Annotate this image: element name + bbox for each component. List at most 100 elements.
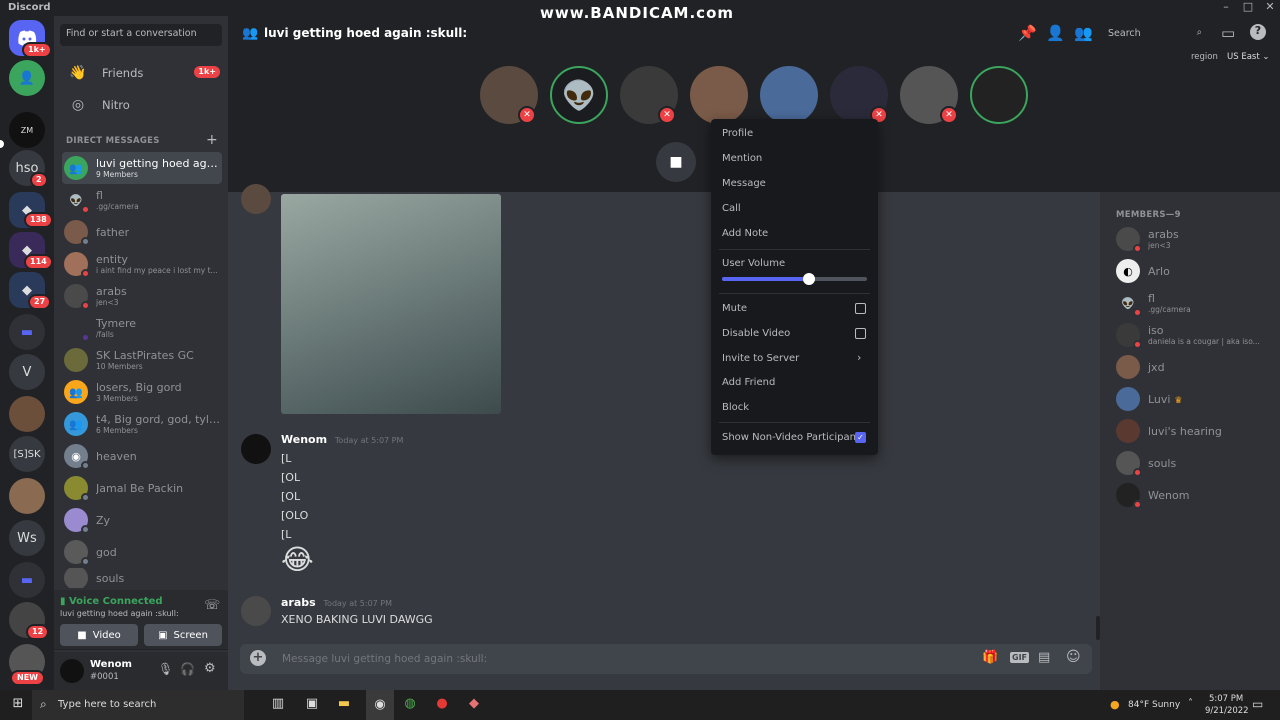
volume-handle[interactable] bbox=[803, 273, 815, 285]
message-composer[interactable]: + Message luvi getting hoed again :skull… bbox=[240, 644, 1092, 674]
upload-plus-icon[interactable]: + bbox=[250, 650, 266, 666]
app-icon-2[interactable]: ◆ bbox=[464, 696, 484, 714]
menu-item-mention[interactable]: Mention bbox=[722, 153, 762, 164]
inbox-icon[interactable]: ▭ bbox=[1221, 24, 1235, 42]
task-view-icon[interactable]: ▥ bbox=[268, 696, 288, 714]
file-explorer-icon[interactable]: ▬ bbox=[334, 696, 354, 714]
minimize-icon[interactable]: – bbox=[1214, 0, 1238, 13]
server-icon-v[interactable]: V bbox=[9, 354, 45, 390]
dm-item[interactable]: 👽 fl .gg/camera bbox=[62, 184, 222, 216]
add-member-icon[interactable]: 👤 bbox=[1046, 24, 1065, 42]
maximize-icon[interactable]: □ bbox=[1236, 0, 1260, 13]
dm-item[interactable]: Tymere/falls bbox=[62, 312, 222, 344]
bandicam-icon[interactable]: ● bbox=[432, 696, 452, 714]
video-button[interactable]: ■ Video bbox=[60, 624, 138, 646]
participant-tile[interactable] bbox=[760, 66, 818, 124]
pin-icon[interactable]: 📌 bbox=[1018, 24, 1037, 42]
menu-item-show-nonvideo[interactable]: Show Non-Video Participants bbox=[722, 432, 865, 443]
member-item[interactable]: Luvi ♛ bbox=[1116, 384, 1182, 414]
menu-item-block[interactable]: Block bbox=[722, 402, 749, 413]
menu-item-add-note[interactable]: Add Note bbox=[722, 228, 768, 239]
member-item[interactable]: jxd bbox=[1116, 352, 1165, 382]
sticker-icon[interactable]: ▤ bbox=[1038, 650, 1050, 665]
chrome-icon[interactable]: ◍ bbox=[400, 696, 420, 714]
folder-icon[interactable]: ▬ bbox=[9, 562, 45, 598]
help-icon[interactable]: ? bbox=[1250, 24, 1266, 40]
camera-toggle-button[interactable]: ■ bbox=[656, 142, 696, 182]
close-icon[interactable]: ✕ bbox=[1258, 0, 1280, 13]
screen-share-button[interactable]: ▣ Screen bbox=[144, 624, 222, 646]
dm-item[interactable]: 👥luvi getting hoed again...9 Members bbox=[62, 152, 222, 184]
member-item[interactable]: arabs jen<3 bbox=[1116, 224, 1179, 254]
disable-video-checkbox[interactable] bbox=[855, 328, 866, 339]
nitro-nav[interactable]: ◎ Nitro bbox=[62, 91, 222, 119]
participant-tile[interactable] bbox=[690, 66, 748, 124]
friends-nav[interactable]: 👋 Friends 1k+ bbox=[62, 59, 222, 87]
member-item[interactable]: ◐ Arlo bbox=[1116, 256, 1170, 286]
weather-text[interactable]: 84°F Sunny bbox=[1128, 700, 1180, 710]
server-icon-avatar-2[interactable] bbox=[9, 478, 45, 514]
settings-icon[interactable]: ⚙ bbox=[204, 661, 216, 676]
notification-icon[interactable]: ▭ bbox=[1252, 697, 1263, 711]
volume-slider[interactable] bbox=[722, 273, 867, 285]
find-conversation-button[interactable]: Find or start a conversation bbox=[60, 24, 222, 46]
member-item[interactable]: Wenom bbox=[1116, 480, 1189, 510]
menu-item-add-friend[interactable]: Add Friend bbox=[722, 377, 775, 388]
dm-item[interactable]: souls bbox=[62, 568, 222, 588]
gif-icon[interactable]: GIF bbox=[1010, 652, 1030, 663]
message-input[interactable]: Message luvi getting hoed again :skull: bbox=[282, 653, 487, 665]
member-item[interactable]: 👽 fl .gg/camera bbox=[1116, 288, 1191, 318]
server-icon-sk[interactable]: [S]SK bbox=[9, 436, 45, 472]
participant-tile-speaking[interactable]: 👽 bbox=[550, 66, 608, 124]
member-item[interactable]: iso daniela is a cougar | aka iso... bbox=[1116, 320, 1260, 350]
menu-item-profile[interactable]: Profile bbox=[722, 128, 753, 139]
dm-item[interactable]: Jamal Be Packin bbox=[62, 472, 222, 504]
menu-item-disable-video[interactable]: Disable Video bbox=[722, 328, 790, 339]
member-item[interactable]: souls bbox=[1116, 448, 1176, 478]
gift-icon[interactable]: 🎁 bbox=[982, 650, 998, 665]
menu-item-message[interactable]: Message bbox=[722, 178, 766, 189]
avatar[interactable] bbox=[241, 434, 271, 464]
folder-icon[interactable]: ▬ bbox=[9, 314, 45, 350]
voice-server-icon[interactable]: 👤 bbox=[9, 60, 45, 96]
server-icon-avatar[interactable] bbox=[9, 396, 45, 432]
server-icon-ws[interactable]: Ws bbox=[9, 520, 45, 556]
message-image[interactable] bbox=[281, 194, 501, 414]
dm-item[interactable]: arabs jen<3 bbox=[62, 280, 222, 312]
emoji-icon[interactable]: ☺ bbox=[1066, 649, 1081, 665]
server-icon-zoom[interactable]: ZM bbox=[9, 112, 45, 148]
avatar bbox=[241, 184, 271, 214]
disconnect-icon[interactable]: ☏ bbox=[204, 598, 220, 613]
dm-item[interactable]: 👥 t4, Big gord, god, tyler... 6 Members bbox=[62, 408, 222, 440]
app-icon[interactable]: ▣ bbox=[302, 696, 322, 714]
dm-item[interactable]: Zy bbox=[62, 504, 222, 536]
microphone-icon[interactable]: 🎙 bbox=[158, 662, 173, 676]
menu-item-call[interactable]: Call bbox=[722, 203, 741, 214]
menu-item-mute[interactable]: Mute bbox=[722, 303, 747, 314]
show-nonvideo-checkbox[interactable]: ✓ bbox=[855, 432, 866, 443]
taskbar-search[interactable]: ⌕ Type here to search bbox=[32, 690, 244, 720]
message-author[interactable]: arabs bbox=[281, 596, 316, 609]
avatar[interactable] bbox=[241, 596, 271, 626]
region-select[interactable]: US East ⌄ bbox=[1227, 52, 1270, 62]
tray-chevron-icon[interactable]: ˄ bbox=[1188, 698, 1193, 709]
menu-item-invite[interactable]: Invite to Server bbox=[722, 353, 799, 364]
participant-tile-speaking[interactable] bbox=[970, 66, 1028, 124]
headphones-icon[interactable]: 🎧 bbox=[180, 662, 195, 676]
windows-start-icon[interactable]: ⊞ bbox=[8, 696, 28, 714]
member-list-icon[interactable]: 👥 bbox=[1074, 24, 1093, 42]
dm-item[interactable]: father bbox=[62, 216, 222, 248]
avatar[interactable] bbox=[60, 659, 84, 683]
message-author[interactable]: Wenom bbox=[281, 433, 327, 446]
discord-taskbar-icon[interactable]: ◉ bbox=[366, 690, 394, 720]
search-input[interactable]: Search ⌕ bbox=[1102, 24, 1208, 44]
dm-item[interactable]: 👥 losers, Big gord 3 Members bbox=[62, 376, 222, 408]
dm-item[interactable]: ◉ heaven bbox=[62, 440, 222, 472]
voice-status: ▮ Voice Connected bbox=[60, 596, 163, 607]
create-dm-icon[interactable]: + bbox=[206, 132, 218, 148]
dm-item[interactable]: SK LastPirates GC 10 Members bbox=[62, 344, 222, 376]
mute-checkbox[interactable] bbox=[855, 303, 866, 314]
member-item[interactable]: luvi's hearing bbox=[1116, 416, 1222, 446]
dm-item[interactable]: god bbox=[62, 536, 222, 568]
dm-item[interactable]: entity i aint find my peace i lost my t..… bbox=[62, 248, 222, 280]
